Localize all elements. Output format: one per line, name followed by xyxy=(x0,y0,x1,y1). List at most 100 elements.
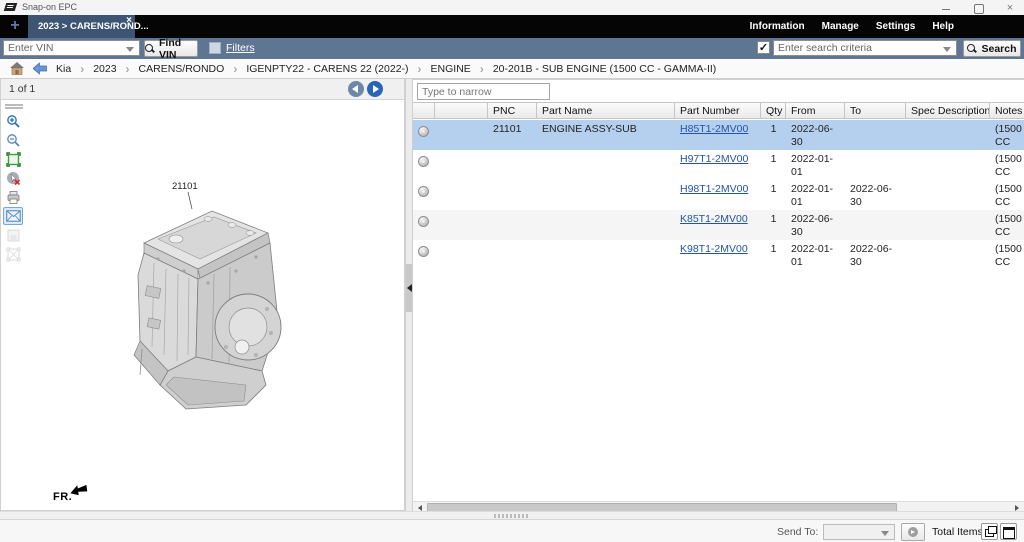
splitter-grip-icon[interactable] xyxy=(494,514,530,518)
narrow-filter-input[interactable] xyxy=(417,83,550,100)
expand-row-icon[interactable] xyxy=(418,216,429,227)
viewer-toolbar xyxy=(3,104,27,264)
table-row[interactable]: 21101 ENGINE ASSY-SUB H85T1-2MV00 1 2022… xyxy=(413,120,1024,150)
cell-spec xyxy=(906,150,990,180)
close-icon[interactable]: × xyxy=(1004,2,1016,14)
cell-notes: (1500 CC - LEADED xyxy=(990,150,1024,180)
zoom-out-icon[interactable] xyxy=(3,131,23,149)
panel-splitter[interactable] xyxy=(405,79,413,511)
parts-table-header: PNC Part Name Part Number Qty From To Sp… xyxy=(413,102,1024,119)
col-header-qty[interactable]: Qty xyxy=(761,103,786,118)
col-header-from[interactable]: From xyxy=(786,103,845,118)
menu-settings[interactable]: Settings xyxy=(876,21,915,32)
vin-input[interactable] xyxy=(8,41,121,55)
criteria-combobox[interactable] xyxy=(773,40,957,56)
cell-notes: (1500 CC - UNLEAD xyxy=(990,210,1024,240)
criteria-checkbox[interactable]: ✓ xyxy=(757,41,770,54)
col-header-part-name[interactable]: Part Name xyxy=(537,103,675,118)
cell-spec xyxy=(906,240,990,270)
part-number-link[interactable]: K98T1-2MV00 xyxy=(680,243,748,255)
fit-icon[interactable] xyxy=(3,150,23,168)
minimize-icon[interactable] xyxy=(940,2,952,14)
breadcrumb-section[interactable]: 20-201B - SUB ENGINE (1500 CC - GAMMA-II… xyxy=(493,63,716,75)
table-row[interactable]: K85T1-2MV00 1 2022-06-30 (1500 CC - UNLE… xyxy=(413,210,1024,240)
next-page-icon[interactable] xyxy=(367,81,383,97)
cell-pnc xyxy=(488,150,537,180)
page-indicator: 1 of 1 xyxy=(9,83,35,95)
expand-row-icon[interactable] xyxy=(418,126,429,137)
expand-row-icon[interactable] xyxy=(418,156,429,167)
parts-table-body: 21101 ENGINE ASSY-SUB H85T1-2MV00 1 2022… xyxy=(413,120,1024,270)
cell-part-name xyxy=(537,210,675,240)
toolbar-grip[interactable] xyxy=(5,104,23,109)
col-header-to[interactable]: To xyxy=(845,103,906,118)
zoom-in-icon[interactable] xyxy=(3,112,23,130)
chevron-separator-icon: › xyxy=(80,62,84,76)
criteria-input[interactable] xyxy=(778,41,938,55)
email-icon[interactable] xyxy=(3,207,23,225)
send-button[interactable] xyxy=(901,523,925,541)
col-header-pnc[interactable]: PNC xyxy=(488,103,537,118)
col-header-part-number[interactable]: Part Number xyxy=(675,103,761,118)
part-number-link[interactable]: H85T1-2MV00 xyxy=(680,123,748,135)
col-header-notes[interactable]: Notes xyxy=(990,103,1024,118)
table-row[interactable]: H97T1-2MV00 1 2022-01-01 (1500 CC - LEAD… xyxy=(413,150,1024,180)
expand-row-icon[interactable] xyxy=(418,246,429,257)
part-callout-label[interactable]: 21101 xyxy=(172,181,198,192)
cell-to xyxy=(845,150,906,180)
tab-active[interactable]: 2023 > CARENS/ROND... × xyxy=(28,15,135,38)
filters-checkbox[interactable] xyxy=(209,42,221,54)
expand-row-icon[interactable] xyxy=(418,186,429,197)
cell-pnc xyxy=(488,180,537,210)
maximize-icon[interactable] xyxy=(972,2,984,14)
send-to-combobox[interactable] xyxy=(823,524,895,540)
pointer-off-icon[interactable] xyxy=(3,169,23,187)
menu-manage[interactable]: Manage xyxy=(822,21,859,32)
filters-label[interactable]: Filters xyxy=(226,42,255,54)
cell-part-name xyxy=(537,240,675,270)
cell-from: 2022-01-01 xyxy=(786,180,845,210)
horizontal-splitter[interactable] xyxy=(0,511,1024,519)
breadcrumb-make[interactable]: Kia xyxy=(56,63,71,75)
find-vin-button[interactable]: Find VIN xyxy=(144,40,198,57)
cell-to xyxy=(845,210,906,240)
menu-help[interactable]: Help xyxy=(932,21,954,32)
add-tab-button[interactable]: + xyxy=(7,17,23,35)
breadcrumb-year[interactable]: 2023 xyxy=(93,63,116,75)
vin-combobox[interactable] xyxy=(3,40,140,56)
breadcrumb-group[interactable]: ENGINE xyxy=(431,63,471,75)
tab-close-icon[interactable]: × xyxy=(126,15,132,26)
part-number-link[interactable]: K85T1-2MV00 xyxy=(680,213,748,225)
window-title: Snap-on EPC xyxy=(22,2,77,12)
cell-to xyxy=(845,120,906,150)
cascade-icon[interactable] xyxy=(981,523,998,540)
table-row[interactable]: H98T1-2MV00 1 2022-01-01 2022-06-30 (150… xyxy=(413,180,1024,210)
search-button[interactable]: Search xyxy=(963,40,1021,57)
col-header-expand[interactable] xyxy=(413,103,435,118)
print-icon[interactable] xyxy=(3,188,23,206)
app-logo-icon xyxy=(4,3,18,11)
home-icon[interactable] xyxy=(10,62,24,75)
cell-notes: (1500 CC - UNLEAD xyxy=(990,120,1024,150)
collapse-panel-icon[interactable] xyxy=(407,284,412,292)
jump-arrow-icon[interactable] xyxy=(33,62,47,75)
find-vin-label: Find VIN xyxy=(159,37,197,61)
col-header-select[interactable] xyxy=(435,103,488,118)
cell-to: 2022-06-30 xyxy=(845,180,906,210)
breadcrumb-catalog[interactable]: IGENPTY22 - CARENS 22 (2022-) xyxy=(246,63,408,75)
part-number-link[interactable]: H97T1-2MV00 xyxy=(680,153,748,165)
prev-page-icon[interactable] xyxy=(348,81,364,97)
snap-on-epc-window: Snap-on EPC × + 2023 > CARENS/ROND... × … xyxy=(0,0,1024,542)
table-row[interactable]: K98T1-2MV00 1 2022-01-01 2022-06-30 (150… xyxy=(413,240,1024,270)
cell-qty: 1 xyxy=(761,240,786,270)
col-header-spec-description[interactable]: Spec Description xyxy=(906,103,990,118)
chevron-down-icon[interactable] xyxy=(943,47,951,52)
breadcrumb-model[interactable]: CARENS/RONDO xyxy=(139,63,225,75)
part-number-link[interactable]: H98T1-2MV00 xyxy=(680,183,748,195)
illustration-panel: 1 of 1 xyxy=(0,79,405,511)
chevron-down-icon[interactable] xyxy=(881,531,889,536)
menu-information[interactable]: Information xyxy=(750,21,805,32)
engine-illustration[interactable]: 21101 xyxy=(96,179,326,429)
window-icon[interactable] xyxy=(1000,523,1017,540)
chevron-down-icon[interactable] xyxy=(126,47,134,52)
